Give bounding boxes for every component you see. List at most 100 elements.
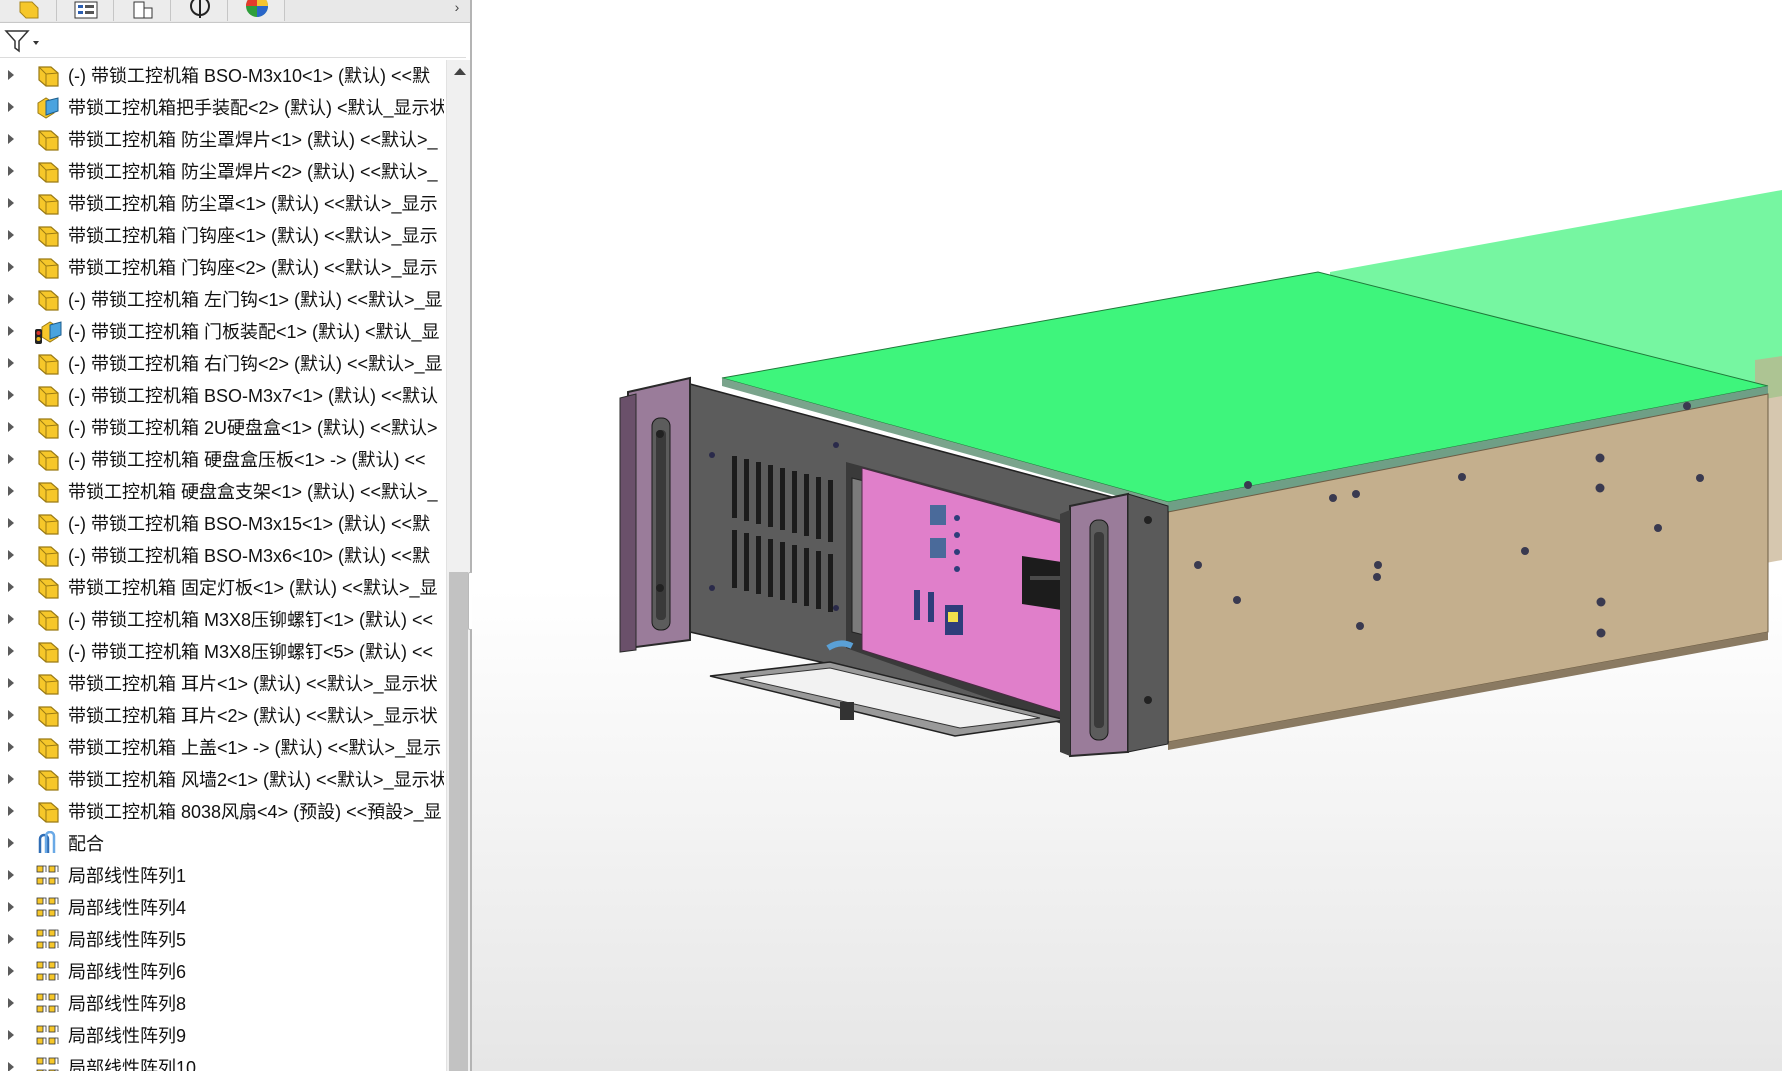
expand-arrow-icon[interactable] (8, 262, 14, 272)
tree-item[interactable]: 带锁工控机箱 防尘罩焊片<1> (默认) <<默认>_ (0, 124, 446, 156)
tree-item[interactable]: 带锁工控机箱 硬盘盒支架<1> (默认) <<默认>_ (0, 476, 446, 508)
tree-item-label: 配合 (68, 834, 104, 854)
expand-arrow-icon[interactable] (8, 390, 14, 400)
tree-item[interactable]: 带锁工控机箱 8038风扇<4> (预設) <<預設>_显 (0, 796, 446, 828)
subassembly-icon (34, 95, 62, 121)
expand-arrow-icon[interactable] (8, 486, 14, 496)
tree-item[interactable]: (-) 带锁工控机箱 M3X8压铆螺钉<1> (默认) << (0, 604, 446, 636)
expand-arrow-icon[interactable] (8, 198, 14, 208)
tree-item[interactable]: 带锁工控机箱 风墙2<1> (默认) <<默认>_显示状 (0, 764, 446, 796)
tree-item[interactable]: 局部线性阵列9 (0, 1020, 446, 1052)
industrial-pc-chassis-3d-model[interactable] (472, 0, 1782, 1071)
expand-arrow-icon[interactable] (8, 134, 14, 144)
expand-arrow-icon[interactable] (8, 774, 14, 784)
tabs-overflow-chevron-icon[interactable]: › (448, 0, 466, 20)
tree-item[interactable]: 局部线性阵列10 (0, 1052, 446, 1071)
tree-item[interactable]: 局部线性阵列6 (0, 956, 446, 988)
tree-item[interactable]: (-) 带锁工控机箱 左门钩<1> (默认) <<默认>_显 (0, 284, 446, 316)
expand-arrow-icon[interactable] (8, 934, 14, 944)
tree-item[interactable]: 局部线性阵列5 (0, 924, 446, 956)
expand-arrow-icon[interactable] (8, 646, 14, 656)
tree-item-label: (-) 带锁工控机箱 2U硬盘盒<1> (默认) <<默认> (68, 418, 438, 438)
tree-item[interactable]: 局部线性阵列4 (0, 892, 446, 924)
property-manager-tab[interactable] (57, 0, 114, 21)
tree-item[interactable]: 局部线性阵列8 (0, 988, 446, 1020)
expand-arrow-icon[interactable] (8, 966, 14, 976)
tree-item[interactable]: (-) 带锁工控机箱 硬盘盒压板<1> -> (默认) << (0, 444, 446, 476)
expand-arrow-icon[interactable] (8, 422, 14, 432)
tree-item-label: 带锁工控机箱 硬盘盒支架<1> (默认) <<默认>_ (68, 482, 438, 502)
part-icon (34, 223, 62, 249)
expand-arrow-icon[interactable] (8, 678, 14, 688)
expand-arrow-icon[interactable] (8, 998, 14, 1008)
tree-item-label: 带锁工控机箱 防尘罩焊片<2> (默认) <<默认>_ (68, 162, 438, 182)
linear-pattern-icon (34, 895, 62, 921)
tree-item[interactable]: 配合 (0, 828, 446, 860)
part-icon (34, 159, 62, 185)
display-manager-tab[interactable] (228, 0, 285, 21)
expand-arrow-icon[interactable] (8, 806, 14, 816)
tree-item[interactable]: 带锁工控机箱 门钩座<2> (默认) <<默认>_显示 (0, 252, 446, 284)
tree-item[interactable]: (-) 带锁工控机箱 BSO-M3x6<10> (默认) <<默 (0, 540, 446, 572)
expand-arrow-icon[interactable] (8, 1030, 14, 1040)
tree-item[interactable]: (-) 带锁工控机箱 右门钩<2> (默认) <<默认>_显 (0, 348, 446, 380)
part-icon (34, 383, 62, 409)
tree-item[interactable]: 带锁工控机箱把手装配<2> (默认) <默认_显示状 (0, 92, 446, 124)
expand-arrow-icon[interactable] (8, 518, 14, 528)
tree-item-label: 带锁工控机箱 8038风扇<4> (预設) <<預設>_显 (68, 802, 442, 822)
expand-arrow-icon[interactable] (8, 550, 14, 560)
assembly-icon (19, 1, 39, 19)
tree-filter-bar (0, 23, 466, 58)
expand-arrow-icon[interactable] (8, 902, 14, 912)
scroll-up-arrow-icon[interactable] (454, 68, 466, 75)
tree-item[interactable]: (-) 带锁工控机箱 BSO-M3x7<1> (默认) <<默认 (0, 380, 446, 412)
tree-item[interactable]: (-) 带锁工控机箱 门板装配<1> (默认) <默认_显 (0, 316, 446, 348)
dimxpert-manager-tab[interactable] (171, 0, 228, 21)
expand-arrow-icon[interactable] (8, 166, 14, 176)
expand-arrow-icon[interactable] (8, 326, 14, 336)
tree-item-label: 带锁工控机箱 固定灯板<1> (默认) <<默认>_显 (68, 578, 438, 598)
tree-item-label: 带锁工控机箱把手装配<2> (默认) <默认_显示状 (68, 98, 444, 118)
filter-funnel-icon[interactable] (4, 29, 40, 53)
tree-item[interactable]: (-) 带锁工控机箱 BSO-M3x15<1> (默认) <<默 (0, 508, 446, 540)
part-icon (34, 479, 62, 505)
expand-arrow-icon[interactable] (8, 838, 14, 848)
configuration-manager-tab[interactable] (114, 0, 171, 21)
tree-item-label: 带锁工控机箱 风墙2<1> (默认) <<默认>_显示状 (68, 770, 444, 790)
part-icon (34, 543, 62, 569)
expand-arrow-icon[interactable] (8, 230, 14, 240)
expand-arrow-icon[interactable] (8, 1062, 14, 1071)
tree-item[interactable]: 局部线性阵列1 (0, 860, 446, 892)
tree-item[interactable]: 带锁工控机箱 耳片<1> (默认) <<默认>_显示状 (0, 668, 446, 700)
expand-arrow-icon[interactable] (8, 582, 14, 592)
part-icon (34, 255, 62, 281)
expand-arrow-icon[interactable] (8, 710, 14, 720)
expand-arrow-icon[interactable] (8, 358, 14, 368)
tree-item[interactable]: (-) 带锁工控机箱 BSO-M3x10<1> (默认) <<默 (0, 60, 446, 92)
expand-arrow-icon[interactable] (8, 294, 14, 304)
tree-item-label: (-) 带锁工控机箱 BSO-M3x7<1> (默认) <<默认 (68, 386, 439, 406)
tree-item[interactable]: (-) 带锁工控机箱 2U硬盘盒<1> (默认) <<默认> (0, 412, 446, 444)
expand-arrow-icon[interactable] (8, 870, 14, 880)
part-icon (34, 607, 62, 633)
tree-item[interactable]: 带锁工控机箱 固定灯板<1> (默认) <<默认>_显 (0, 572, 446, 604)
expand-arrow-icon[interactable] (8, 614, 14, 624)
tree-item[interactable]: 带锁工控机箱 防尘罩焊片<2> (默认) <<默认>_ (0, 156, 446, 188)
scroll-thumb[interactable] (449, 572, 468, 1071)
part-icon (34, 575, 62, 601)
expand-arrow-icon[interactable] (8, 102, 14, 112)
tree-item[interactable]: 带锁工控机箱 防尘罩<1> (默认) <<默认>_显示 (0, 188, 446, 220)
tree-item[interactable]: 带锁工控机箱 门钩座<1> (默认) <<默认>_显示 (0, 220, 446, 252)
expand-arrow-icon[interactable] (8, 454, 14, 464)
tree-scrollbar[interactable] (446, 60, 470, 1071)
tree-item[interactable]: (-) 带锁工控机箱 M3X8压铆螺钉<5> (默认) << (0, 636, 446, 668)
tree-item-label: (-) 带锁工控机箱 左门钩<1> (默认) <<默认>_显 (68, 290, 443, 310)
tree-item[interactable]: 带锁工控机箱 耳片<2> (默认) <<默认>_显示状 (0, 700, 446, 732)
graphics-viewport[interactable] (472, 0, 1782, 1071)
feature-manager-tab[interactable] (0, 0, 57, 21)
expand-arrow-icon[interactable] (8, 742, 14, 752)
appearance-pie-icon (246, 0, 268, 17)
tree-item[interactable]: 带锁工控机箱 上盖<1> -> (默认) <<默认>_显示 (0, 732, 446, 764)
tree-item-label: 局部线性阵列8 (68, 994, 187, 1014)
expand-arrow-icon[interactable] (8, 70, 14, 80)
